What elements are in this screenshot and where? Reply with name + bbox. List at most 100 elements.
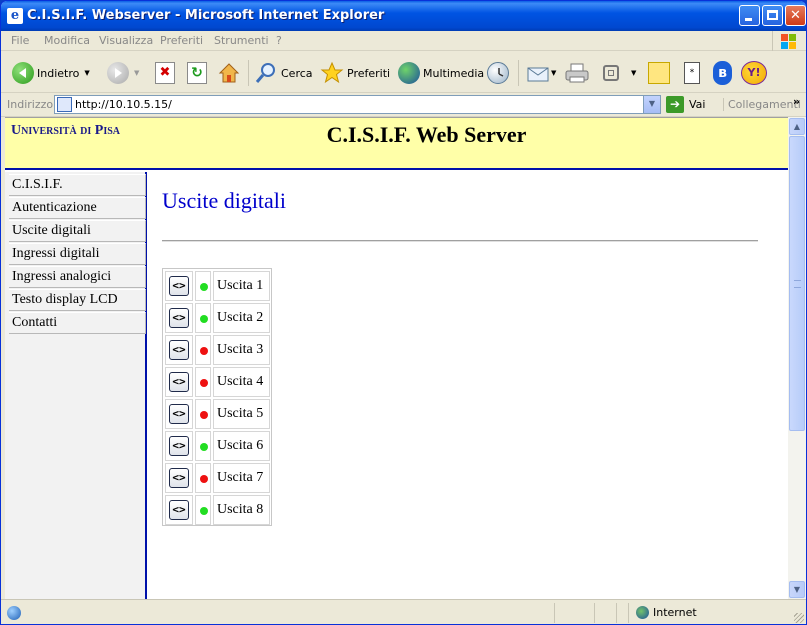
media-label: Multimedia (423, 66, 485, 80)
sidebar-item-ingressi-analogici[interactable]: Ingressi analogici (9, 266, 146, 288)
menu-bar: File Modifica Visualizza Preferiti Strum… (1, 31, 806, 51)
menu-modifica[interactable]: Modifica (44, 34, 90, 47)
status-bar: Internet (1, 599, 806, 624)
menu-file[interactable]: File (11, 34, 29, 47)
go-arrow-icon[interactable]: ➔ (666, 96, 684, 113)
refresh-icon: ↻ (187, 62, 207, 84)
back-label: Indietro (37, 66, 80, 80)
output-8-status-led (200, 507, 208, 515)
scroll-down-button[interactable]: ▼ (789, 581, 805, 598)
toggle-output-6-button[interactable]: <> (169, 436, 189, 456)
status-panel (616, 603, 628, 623)
output-row: <> Uscita 1 (165, 271, 270, 301)
menu-preferiti[interactable]: Preferiti (160, 34, 203, 47)
sidebar-item-testo-display-lcd[interactable]: Testo display LCD (9, 289, 146, 311)
maximize-button[interactable] (762, 5, 783, 26)
back-dropdown-icon[interactable]: ▼ (84, 69, 89, 77)
vertical-scrollbar[interactable]: ▲ ▼ (788, 117, 806, 599)
sidebar-item-autenticazione[interactable]: Autenticazione (9, 197, 146, 219)
scroll-thumb[interactable] (789, 136, 805, 431)
output-row: <> Uscita 3 (165, 335, 270, 365)
bluetooth-button[interactable]: ʙ (713, 60, 732, 86)
links-chevron-icon[interactable]: » (793, 95, 800, 108)
toggle-output-5-button[interactable]: <> (169, 404, 189, 424)
globe-icon (398, 62, 420, 84)
mail-dropdown-icon[interactable]: ▼ (551, 69, 556, 77)
status-panel (554, 603, 594, 623)
discuss-button[interactable] (648, 60, 670, 86)
output-2-status-led (200, 315, 208, 323)
close-button[interactable]: ✕ (785, 5, 806, 26)
toggle-output-8-button[interactable]: <> (169, 500, 189, 520)
toggle-output-3-button[interactable]: <> (169, 340, 189, 360)
close-icon: ✕ (790, 8, 801, 23)
back-arrow-icon (12, 62, 34, 84)
output-row: <> Uscita 5 (165, 399, 270, 429)
history-button[interactable] (487, 60, 509, 86)
menu-strumenti[interactable]: Strumenti (214, 34, 269, 47)
standard-toolbar: Indietro ▼ ▼ ✖ ↻ Cerca Preferiti Multime… (1, 52, 806, 93)
yahoo-button[interactable]: Y! (741, 60, 767, 86)
address-label: Indirizzo (7, 98, 54, 111)
page-icon (57, 97, 72, 112)
back-button[interactable]: Indietro ▼ (12, 60, 90, 86)
sidebar-nav: C.I.S.I.F. Autenticazione Uscite digital… (5, 172, 147, 600)
window-title: C.I.S.I.F. Webserver - Microsoft Interne… (27, 8, 385, 23)
output-5-status-led (200, 411, 208, 419)
messenger-icon: * (684, 62, 700, 84)
refresh-button[interactable]: ↻ (187, 60, 207, 86)
output-7-label: Uscita 7 (213, 463, 270, 493)
main-content: Uscite digitali <> Uscita 1 <> Uscita 2 … (162, 172, 762, 600)
sidebar-item-uscite-digitali[interactable]: Uscite digitali (9, 220, 146, 242)
address-url[interactable]: http://10.10.5.15/ (75, 98, 172, 111)
messenger-button[interactable]: * (684, 60, 700, 86)
output-4-label: Uscita 4 (213, 367, 270, 397)
menu-help[interactable]: ? (276, 34, 282, 47)
scroll-up-button[interactable]: ▲ (789, 118, 805, 135)
output-row: <> Uscita 7 (165, 463, 270, 493)
address-dropdown-icon[interactable]: ▼ (643, 96, 660, 113)
media-button[interactable]: Multimedia (398, 60, 484, 86)
home-button[interactable] (217, 60, 241, 86)
page-header: Università di Pisa C.I.S.I.F. Web Server (5, 118, 788, 170)
history-clock-icon (487, 62, 509, 84)
ie-icon: e (7, 8, 23, 24)
maximize-icon (767, 10, 778, 20)
search-icon (255, 63, 275, 83)
toggle-output-2-button[interactable]: <> (169, 308, 189, 328)
mail-button[interactable]: ▼ (526, 60, 556, 86)
output-6-status-led (200, 443, 208, 451)
stop-button[interactable]: ✖ (155, 60, 175, 86)
page-viewport: Università di Pisa C.I.S.I.F. Web Server… (5, 117, 788, 600)
forward-dropdown-icon[interactable]: ▼ (134, 69, 139, 77)
favorites-button[interactable]: Preferiti (320, 60, 390, 86)
divider (162, 240, 758, 242)
output-8-label: Uscita 8 (213, 495, 270, 525)
title-bar[interactable]: e C.I.S.I.F. Webserver - Microsoft Inter… (1, 1, 806, 31)
star-icon (320, 61, 344, 84)
home-icon (218, 63, 240, 83)
edit-dropdown-icon[interactable]: ▼ (631, 69, 636, 77)
search-button[interactable]: Cerca (254, 60, 313, 86)
page-status-icon (7, 606, 21, 620)
mail-icon (527, 67, 549, 82)
menu-visualizza[interactable]: Visualizza (99, 34, 153, 47)
forward-button[interactable]: ▼ (107, 60, 139, 86)
output-row: <> Uscita 4 (165, 367, 270, 397)
minimize-button[interactable] (739, 5, 760, 26)
resize-grip-icon[interactable] (794, 613, 804, 623)
address-input[interactable]: http://10.10.5.15/ ▼ (54, 95, 661, 114)
links-toolbar[interactable]: Collegamenti (723, 98, 801, 111)
sidebar-item-contatti[interactable]: Contatti (9, 312, 146, 334)
sidebar-item-ingressi-digitali[interactable]: Ingressi digitali (9, 243, 146, 265)
toggle-output-1-button[interactable]: <> (169, 276, 189, 296)
toggle-output-7-button[interactable]: <> (169, 468, 189, 488)
print-button[interactable] (564, 60, 590, 86)
outputs-table: <> Uscita 1 <> Uscita 2 <> Uscita 3 <> U… (162, 268, 272, 526)
go-button[interactable]: Vai (689, 98, 705, 111)
yahoo-icon: Y! (741, 61, 767, 85)
edit-button[interactable]: ▼ (603, 60, 636, 86)
toggle-output-4-button[interactable]: <> (169, 372, 189, 392)
search-label: Cerca (281, 66, 313, 80)
sidebar-item-cisif[interactable]: C.I.S.I.F. (9, 174, 146, 196)
